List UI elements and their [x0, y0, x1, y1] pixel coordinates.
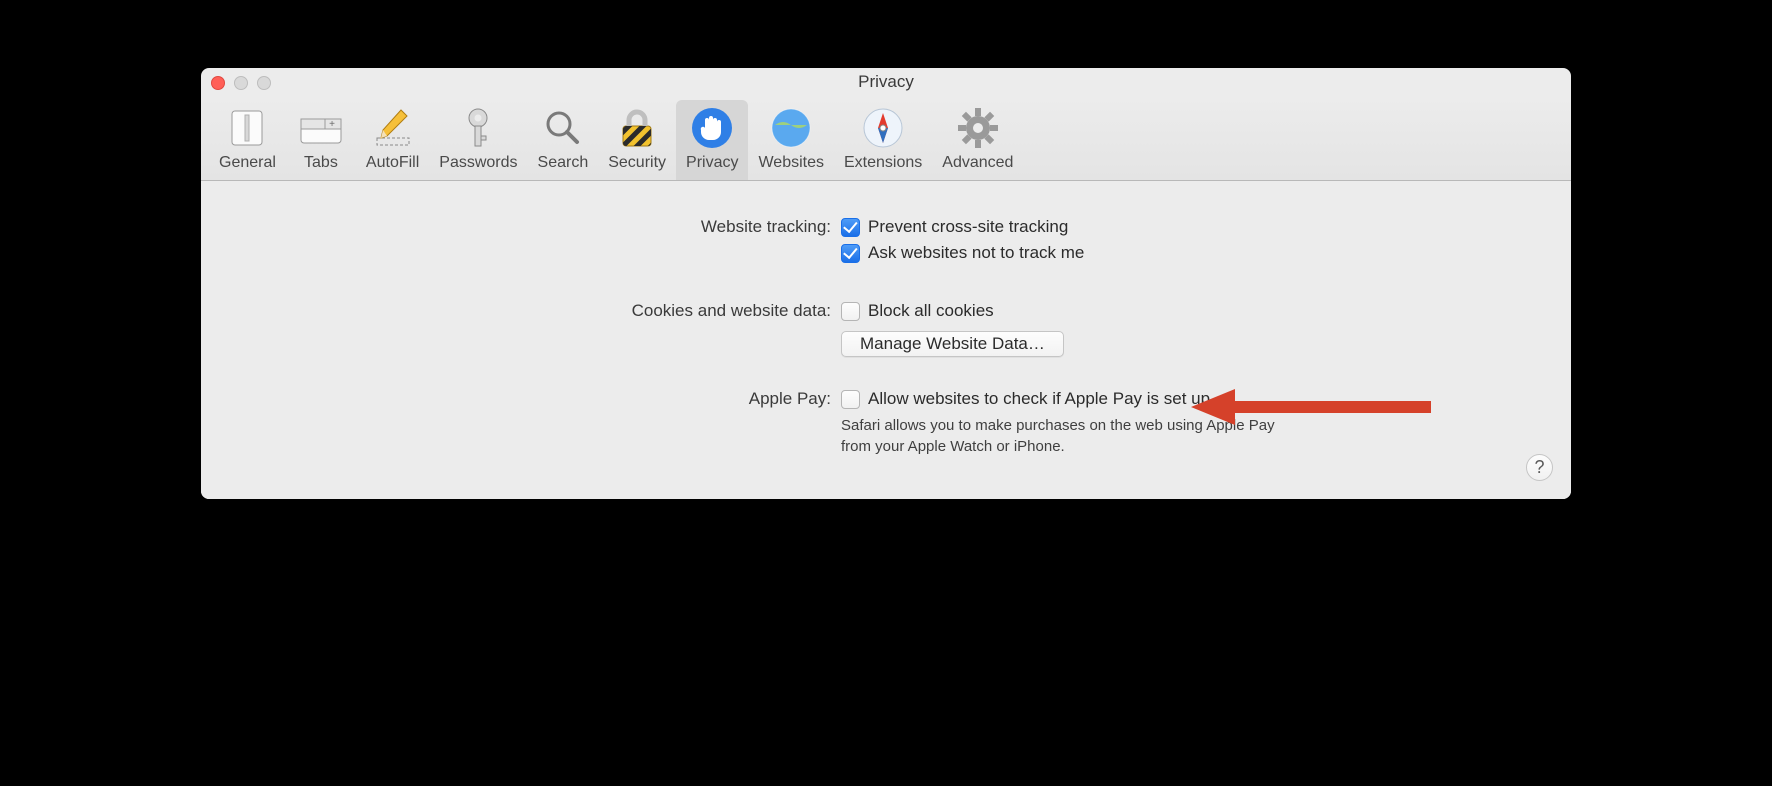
close-window-button[interactable] [211, 76, 225, 90]
tab-label: Tabs [304, 154, 338, 172]
tab-websites[interactable]: Websites [748, 100, 834, 180]
tab-label: Search [538, 154, 589, 172]
cookies-label: Cookies and website data: [241, 301, 841, 321]
tab-label: Privacy [686, 154, 738, 172]
tab-label: Extensions [844, 154, 922, 172]
tab-security[interactable]: Security [598, 100, 676, 180]
apple-pay-description: Safari allows you to make purchases on t… [841, 415, 1281, 457]
search-icon [541, 106, 585, 150]
tab-passwords[interactable]: Passwords [429, 100, 527, 180]
do-not-track-checkbox[interactable] [841, 244, 860, 263]
key-icon [456, 106, 500, 150]
compass-icon [861, 106, 905, 150]
manage-website-data-button[interactable]: Manage Website Data… [841, 331, 1064, 357]
tab-label: Security [608, 154, 666, 172]
switch-icon [225, 106, 269, 150]
apple-pay-text: Allow websites to check if Apple Pay is … [868, 389, 1210, 409]
tab-general[interactable]: General [209, 100, 286, 180]
tab-label: AutoFill [366, 154, 419, 172]
preferences-toolbar: General + Tabs AutoFill [201, 96, 1571, 181]
website-tracking-label: Website tracking: [241, 217, 841, 237]
window-title: Privacy [201, 72, 1571, 92]
svg-text:+: + [329, 119, 335, 130]
tab-label: Advanced [942, 154, 1013, 172]
tab-autofill[interactable]: AutoFill [356, 100, 429, 180]
tab-label: General [219, 154, 276, 172]
globe-icon [769, 106, 813, 150]
tab-privacy[interactable]: Privacy [676, 100, 748, 180]
tab-label: Passwords [439, 154, 517, 172]
prevent-cross-site-tracking-checkbox[interactable] [841, 218, 860, 237]
apple-pay-label: Apple Pay: [241, 389, 841, 409]
prevent-cross-site-tracking-text: Prevent cross-site tracking [868, 217, 1068, 237]
minimize-window-button[interactable] [234, 76, 248, 90]
tabs-icon: + [299, 106, 343, 150]
tab-advanced[interactable]: Advanced [932, 100, 1023, 180]
apple-pay-checkbox[interactable] [841, 390, 860, 409]
tab-extensions[interactable]: Extensions [834, 100, 932, 180]
lock-icon [615, 106, 659, 150]
tab-tabs[interactable]: + Tabs [286, 100, 356, 180]
help-button[interactable]: ? [1526, 454, 1553, 481]
zoom-window-button[interactable] [257, 76, 271, 90]
titlebar: Privacy [201, 68, 1571, 96]
tab-label: Websites [758, 154, 824, 172]
pencil-icon [371, 106, 415, 150]
block-all-cookies-text: Block all cookies [868, 301, 994, 321]
tab-search[interactable]: Search [528, 100, 599, 180]
privacy-pane: Website tracking: Prevent cross-site tra… [201, 181, 1571, 499]
hand-icon [690, 106, 734, 150]
gear-icon [956, 106, 1000, 150]
preferences-window: Privacy General + Tabs [201, 68, 1571, 499]
block-all-cookies-checkbox[interactable] [841, 302, 860, 321]
window-controls [211, 76, 271, 90]
do-not-track-text: Ask websites not to track me [868, 243, 1084, 263]
